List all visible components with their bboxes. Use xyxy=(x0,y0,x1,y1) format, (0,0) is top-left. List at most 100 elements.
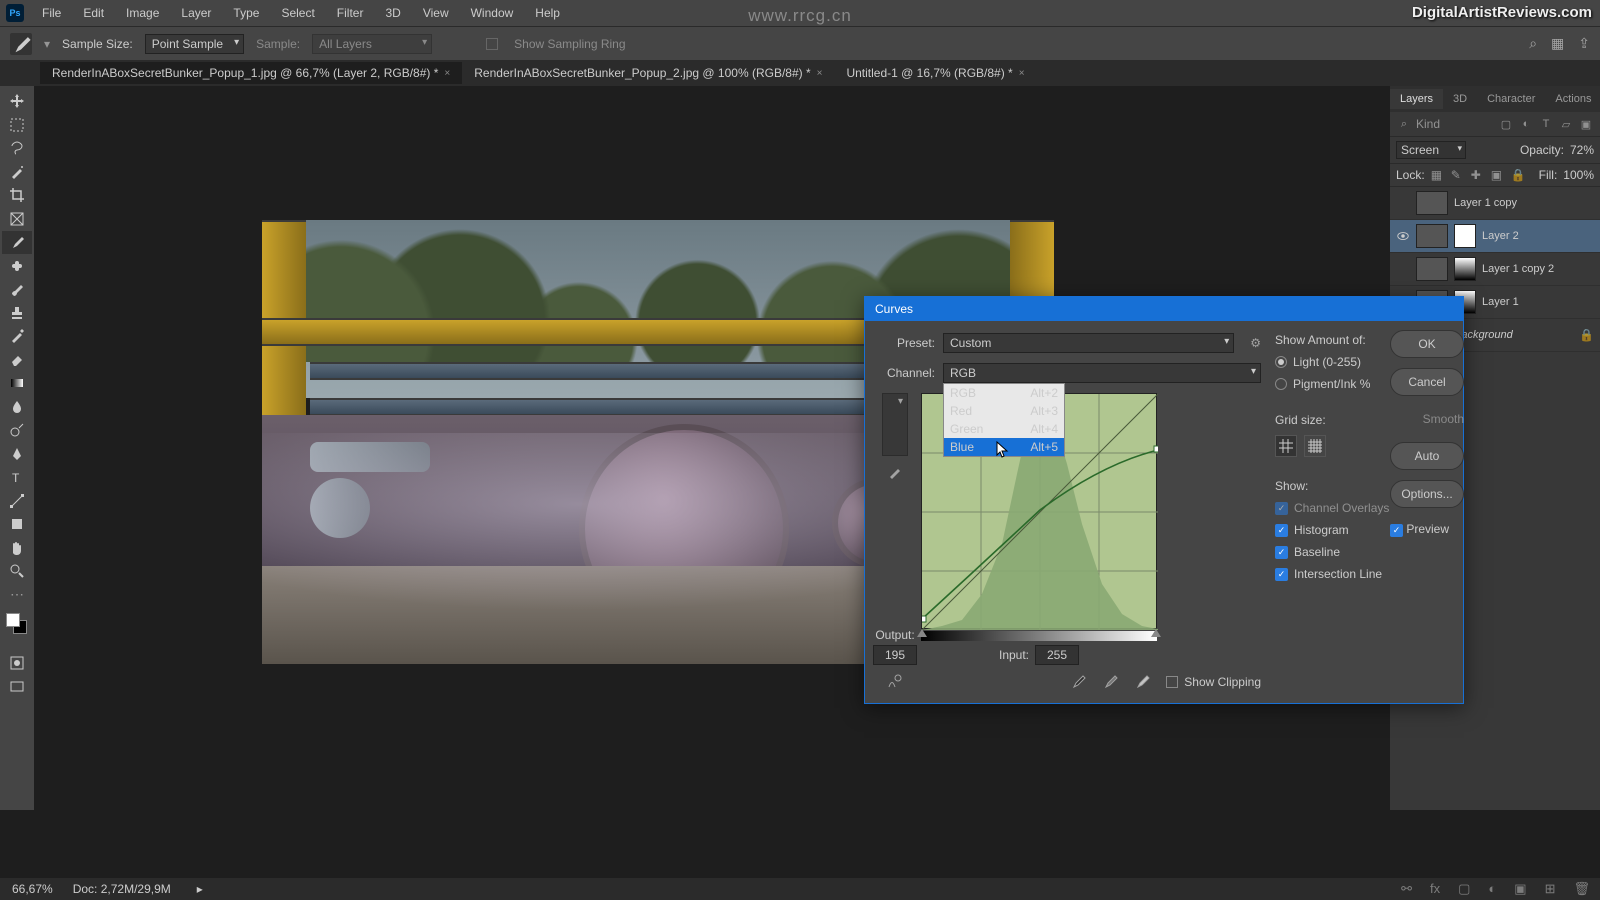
options-button[interactable]: Options... xyxy=(1390,480,1464,508)
dialog-title[interactable]: Curves xyxy=(865,297,1463,321)
sample-size-select[interactable]: Point Sample xyxy=(145,34,244,54)
edit-toolbar-icon[interactable]: ⋯ xyxy=(2,584,32,607)
curve-pencil-tool-icon[interactable] xyxy=(883,462,907,482)
history-brush-tool-icon[interactable] xyxy=(2,325,32,348)
tab-layers[interactable]: Layers xyxy=(1390,89,1443,109)
delete-icon[interactable]: 🗑 xyxy=(1573,881,1590,897)
show-clipping-checkbox[interactable] xyxy=(1166,676,1178,688)
menu-file[interactable]: File xyxy=(32,2,71,24)
preset-menu-icon[interactable]: ⚙ xyxy=(1250,336,1261,350)
sample-select[interactable]: All Layers xyxy=(312,34,432,54)
preset-select[interactable]: Custom xyxy=(943,333,1234,353)
blend-mode-select[interactable]: Screen xyxy=(1396,141,1466,159)
menu-filter[interactable]: Filter xyxy=(327,2,374,24)
adjustment-icon[interactable]: ◐ xyxy=(1488,881,1496,897)
type-tool-icon[interactable]: T xyxy=(2,466,32,489)
layer-row[interactable]: Layer 2 xyxy=(1390,220,1600,253)
menu-view[interactable]: View xyxy=(413,2,459,24)
input-gradient[interactable] xyxy=(921,631,1157,641)
filter-adjust-icon[interactable]: ◐ xyxy=(1518,116,1534,132)
filter-pixel-icon[interactable]: ▢ xyxy=(1498,116,1514,132)
stamp-tool-icon[interactable] xyxy=(2,302,32,325)
channel-option-rgb[interactable]: RGBAlt+2 xyxy=(944,384,1064,402)
hand-tool-icon[interactable] xyxy=(2,537,32,560)
tab-character[interactable]: Character xyxy=(1477,89,1545,109)
ok-button[interactable]: OK xyxy=(1390,330,1464,358)
eyedropper-tool-icon[interactable] xyxy=(2,231,32,254)
color-swatch[interactable] xyxy=(6,613,28,635)
eyedropper-tool-icon[interactable] xyxy=(10,33,32,55)
close-icon[interactable]: × xyxy=(1019,68,1025,79)
filter-shape-icon[interactable]: ▱ xyxy=(1558,116,1574,132)
white-eyedropper-icon[interactable] xyxy=(1134,673,1152,691)
new-layer-icon[interactable]: ⊞ xyxy=(1545,881,1556,897)
lock-pixels-icon[interactable]: ▦ xyxy=(1431,168,1445,182)
link-icon[interactable]: ⚯ xyxy=(1401,881,1412,897)
frame-tool-icon[interactable] xyxy=(2,208,32,231)
doc-info-menu-icon[interactable]: ▸ xyxy=(197,882,203,896)
channel-option-red[interactable]: RedAlt+3 xyxy=(944,402,1064,420)
shape-tool-icon[interactable] xyxy=(2,513,32,536)
pen-tool-icon[interactable] xyxy=(2,443,32,466)
filter-smart-icon[interactable]: ▣ xyxy=(1578,116,1594,132)
zoom-tool-icon[interactable] xyxy=(2,560,32,583)
tab-actions[interactable]: Actions xyxy=(1545,89,1600,109)
visibility-toggle[interactable] xyxy=(1396,196,1410,210)
menu-select[interactable]: Select xyxy=(271,2,324,24)
white-point-slider[interactable] xyxy=(1151,629,1161,637)
lock-icon[interactable]: 🔒 xyxy=(1511,168,1525,182)
mask-icon[interactable]: ▢ xyxy=(1458,881,1470,897)
share-icon[interactable]: ⇪ xyxy=(1578,35,1590,52)
layer-row[interactable]: Layer 1 copy 2 xyxy=(1390,253,1600,286)
channel-option-blue[interactable]: BlueAlt+5 xyxy=(944,438,1064,456)
close-icon[interactable]: × xyxy=(817,68,823,79)
histogram-checkbox[interactable]: ✓ xyxy=(1275,524,1288,537)
visibility-toggle[interactable] xyxy=(1396,262,1410,276)
smooth-button[interactable]: Smooth xyxy=(1390,406,1464,432)
quickmask-icon[interactable] xyxy=(2,652,32,675)
cancel-button[interactable]: Cancel xyxy=(1390,368,1464,396)
black-eyedropper-icon[interactable] xyxy=(1070,673,1088,691)
layer-row[interactable]: Layer 1 copy xyxy=(1390,187,1600,220)
close-icon[interactable]: × xyxy=(444,68,450,79)
marquee-tool-icon[interactable] xyxy=(2,114,32,137)
target-adjust-icon[interactable] xyxy=(885,673,903,691)
menu-window[interactable]: Window xyxy=(461,2,524,24)
group-icon[interactable]: ▣ xyxy=(1514,881,1526,897)
workspace-icon[interactable]: ▦ xyxy=(1551,35,1564,52)
gradient-tool-icon[interactable] xyxy=(2,372,32,395)
opacity-value[interactable]: 72% xyxy=(1570,143,1594,157)
menu-type[interactable]: Type xyxy=(223,2,269,24)
gray-eyedropper-icon[interactable] xyxy=(1102,673,1120,691)
doc-size[interactable]: Doc: 2,72M/29,9M xyxy=(73,882,171,896)
blur-tool-icon[interactable] xyxy=(2,396,32,419)
heal-tool-icon[interactable] xyxy=(2,255,32,278)
path-tool-icon[interactable] xyxy=(2,490,32,513)
fill-value[interactable]: 100% xyxy=(1563,168,1594,182)
lock-all-icon[interactable]: ✚ xyxy=(1471,168,1485,182)
lock-position-icon[interactable]: ✎ xyxy=(1451,168,1465,182)
black-point-slider[interactable] xyxy=(917,629,927,637)
intersection-checkbox[interactable]: ✓ xyxy=(1275,568,1288,581)
tab-doc-2[interactable]: RenderInABoxSecretBunker_Popup_2.jpg @ 1… xyxy=(462,62,834,84)
eraser-tool-icon[interactable] xyxy=(2,349,32,372)
search-icon[interactable]: ⌕ xyxy=(1396,116,1412,132)
filter-type-icon[interactable]: T xyxy=(1538,116,1554,132)
auto-button[interactable]: Auto xyxy=(1390,442,1464,470)
grid-large-button[interactable] xyxy=(1304,435,1326,457)
menu-image[interactable]: Image xyxy=(116,2,169,24)
lock-artboard-icon[interactable]: ▣ xyxy=(1491,168,1505,182)
crop-tool-icon[interactable] xyxy=(2,184,32,207)
curve-point-tool-icon[interactable] xyxy=(882,393,908,456)
menu-help[interactable]: Help xyxy=(525,2,570,24)
tab-3d[interactable]: 3D xyxy=(1443,89,1477,109)
fx-icon[interactable]: fx xyxy=(1430,881,1440,897)
menu-3d[interactable]: 3D xyxy=(375,2,410,24)
menu-layer[interactable]: Layer xyxy=(171,2,221,24)
baseline-checkbox[interactable]: ✓ xyxy=(1275,546,1288,559)
brush-tool-icon[interactable] xyxy=(2,278,32,301)
search-icon[interactable]: ⌕ xyxy=(1529,35,1537,52)
lasso-tool-icon[interactable] xyxy=(2,137,32,160)
screenmode-icon[interactable] xyxy=(2,676,32,699)
show-sampling-ring-checkbox[interactable] xyxy=(486,38,498,50)
